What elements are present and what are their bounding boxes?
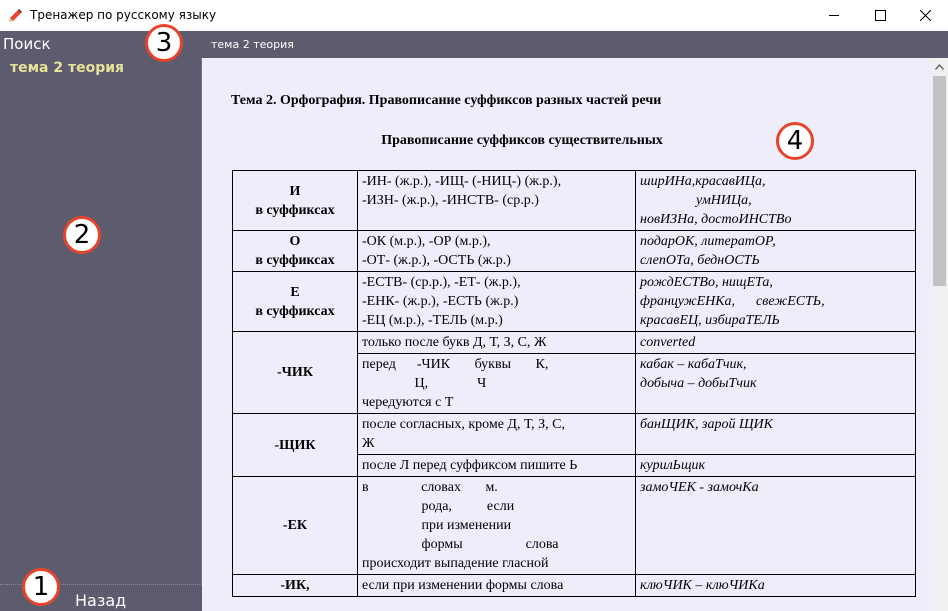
rule-cell: в словах м. рода, если при изменении фор… [357, 476, 636, 575]
table-row: -ЩИК после согласных, кроме Д, Т, З, С, … [232, 413, 916, 477]
window-title: Тренажер по русскому языку [30, 8, 217, 22]
example-cell: рождЕСТВо, нищЕТа, францужЕНКа, свежЕСТЬ… [635, 271, 916, 332]
window-titlebar: Тренажер по русскому языку [0, 0, 948, 31]
close-icon [919, 10, 931, 21]
example-cell: converted [635, 331, 916, 354]
suffix-cell: -ЩИК [232, 413, 358, 477]
suffix-cell: И в суффиксах [232, 170, 358, 231]
search-button[interactable]: Поиск [3, 35, 51, 53]
minimize-button[interactable] [811, 0, 857, 31]
rule-cell: если при изменении формы слова [357, 574, 636, 597]
maximize-button[interactable] [857, 0, 903, 31]
rule-cell: после Л перед суффиксом пишите Ь [357, 454, 636, 477]
pencil-icon [9, 9, 22, 22]
annotation-marker-4: 4 [776, 122, 814, 160]
example-cell: замоЧЕК - замочКа [635, 476, 916, 575]
topic-title: тема 2 теория [211, 38, 294, 51]
close-button[interactable] [902, 0, 948, 31]
suffix-cell: Е в суффиксах [232, 271, 358, 332]
table-row: О в суффиксах -ОК (м.р.), -ОР (м.р.), -О… [232, 230, 916, 272]
suffix-cell: О в суффиксах [232, 230, 358, 272]
rule-cell: -ЕСТВ- (ср.р.), -ЕТ- (ж.р.), -ЕНК- (ж.р.… [357, 271, 636, 332]
document-subtitle: Правописание суффиксов существительных [381, 133, 663, 148]
rule-cell: -ОК (м.р.), -ОР (м.р.), -ОТ- (ж.р.), -ОС… [357, 230, 636, 272]
minimize-icon [828, 15, 839, 16]
rule-cell: после согласных, кроме Д, Т, З, С, Ж [357, 413, 636, 455]
topic-list: тема 2 теория [0, 58, 202, 585]
suffix-cell: -ИК, [232, 574, 358, 597]
suffix-rules-table: И в суффиксах -ИН- (ж.р.), -ИЩ- (-НИЦ-) … [232, 170, 916, 597]
annotation-marker-1: 1 [22, 568, 60, 606]
annotation-marker-2: 2 [63, 216, 101, 254]
back-button[interactable]: Назад [75, 591, 126, 610]
theory-content: Тема 2. Орфография. Правописание суффикс… [202, 58, 931, 611]
rule-cell: -ИН- (ж.р.), -ИЩ- (-НИЦ-) (ж.р.), -ИЗН- … [357, 170, 636, 231]
top-bar: Поиск тема 2 теория [0, 31, 948, 58]
scroll-thumb[interactable] [933, 76, 946, 286]
vertical-scrollbar[interactable] [931, 58, 948, 611]
table-row: Е в суффиксах -ЕСТВ- (ср.р.), -ЕТ- (ж.р.… [232, 271, 916, 332]
rule-cell: перед -ЧИК буквы К, Ц, Ч чередуются с Т [357, 353, 636, 414]
sidebar-item-topic-2-theory[interactable]: тема 2 теория [10, 60, 124, 76]
example-cell: курилЬщик [635, 454, 916, 477]
table-row: -ЧИК только после букв Д, Т, З, С, Ж con… [232, 331, 916, 414]
example-cell: клюЧИК – клюЧИКа [635, 574, 916, 597]
example-cell: кабак – кабаТчик, добыча – добыТчик [635, 353, 916, 414]
rule-cell: только после букв Д, Т, З, С, Ж [357, 331, 636, 354]
scroll-up-button[interactable] [931, 58, 948, 75]
example-cell: ширИНа,красавИЦа, умНИЦа, новИЗНа, досто… [635, 170, 916, 231]
table-row: И в суффиксах -ИН- (ж.р.), -ИЩ- (-НИЦ-) … [232, 170, 916, 231]
chevron-up-icon [935, 63, 944, 70]
document-title: Тема 2. Орфография. Правописание суффикс… [231, 93, 662, 108]
suffix-cell: -ЧИК [232, 331, 358, 414]
maximize-icon [874, 10, 886, 21]
example-cell: подарОК, литератОР, слепОТа, беднОСТЬ [635, 230, 916, 272]
suffix-cell: -ЕК [232, 476, 358, 575]
annotation-marker-3: 3 [145, 24, 183, 62]
table-row: -ИК, если при изменении формы слова клюЧ… [232, 574, 916, 597]
example-cell: банЩИК, зарой ЩИК [635, 413, 916, 455]
table-row: -ЕК в словах м. рода, если при изменении… [232, 476, 916, 575]
sidebar: тема 2 теория Назад [0, 58, 202, 611]
